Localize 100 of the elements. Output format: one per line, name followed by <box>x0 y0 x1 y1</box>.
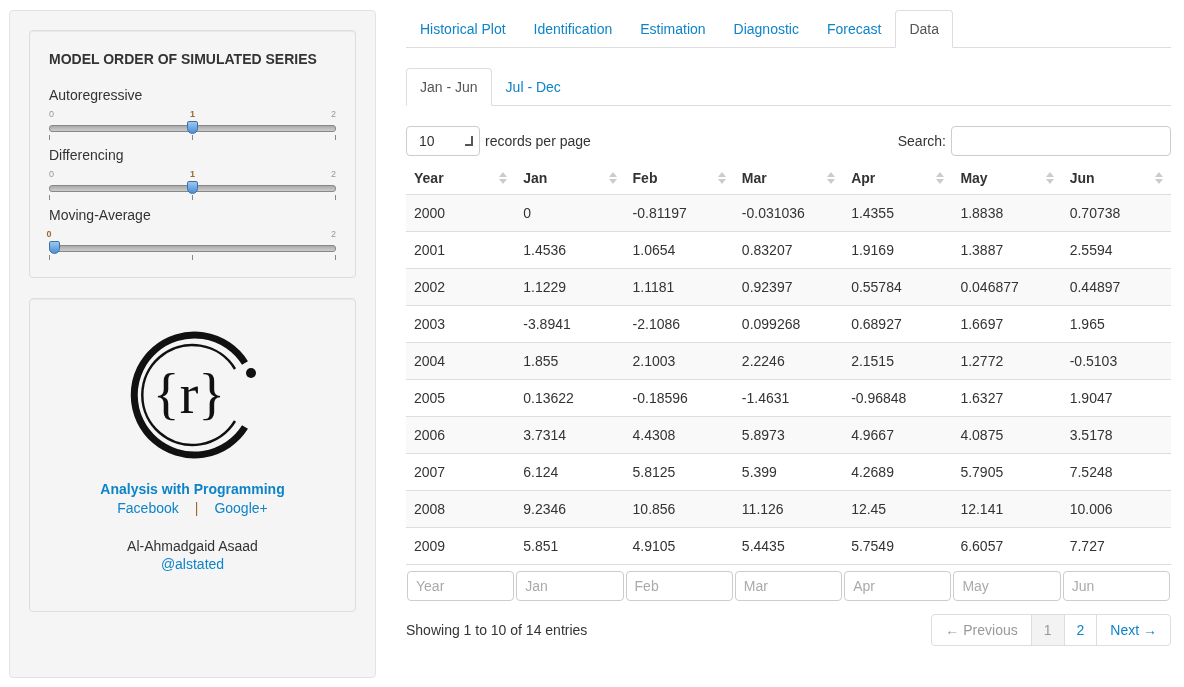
site-link[interactable]: Analysis with Programming <box>100 481 285 497</box>
table-cell: -0.031036 <box>733 194 844 232</box>
table-cell: -0.5103 <box>1061 342 1171 380</box>
filter-field[interactable]: Apr <box>844 571 952 601</box>
table-cell: 4.0875 <box>952 416 1062 454</box>
slider-value-label: 1 <box>188 169 197 179</box>
filter-field[interactable]: Feb <box>625 571 733 601</box>
table-cell: 0 <box>515 194 625 232</box>
social-link[interactable]: Facebook <box>117 500 179 516</box>
slider-label: Moving-Average <box>49 207 152 223</box>
column-header[interactable]: May <box>952 162 1062 195</box>
table-cell: 2004 <box>406 342 516 380</box>
table-cell: 11.126 <box>733 490 844 528</box>
slider-max-label: 2 <box>331 229 336 239</box>
table-cell: 5.4435 <box>733 527 844 565</box>
table-cell: 6.6057 <box>952 527 1062 565</box>
tab[interactable]: Jul - Dec <box>491 68 575 105</box>
filter-field[interactable]: May <box>953 571 1061 601</box>
entries-info: Showing 1 to 10 of 14 entries <box>406 621 588 640</box>
dropdown-icon <box>465 136 473 146</box>
page-size-select[interactable]: 10 <box>406 126 480 156</box>
table-cell: 2002 <box>406 268 516 306</box>
table-cell: 4.9667 <box>843 416 953 454</box>
table-cell: 5.7549 <box>843 527 953 565</box>
slider-track[interactable] <box>49 241 336 255</box>
sort-icon <box>608 171 617 185</box>
table-cell: 2009 <box>406 527 516 565</box>
table-cell: 2.2246 <box>733 342 844 380</box>
table-cell: -0.81197 <box>624 194 734 232</box>
tab[interactable]: Forecast <box>812 10 896 47</box>
tab[interactable]: Estimation <box>626 10 720 47</box>
social-link[interactable]: Google+ <box>214 500 268 516</box>
slider-value-label: 1 <box>188 109 197 119</box>
slider-track[interactable] <box>49 181 336 195</box>
tab[interactable]: Identification <box>519 10 627 47</box>
table-cell: 3.7314 <box>515 416 625 454</box>
table-cell: 10.006 <box>1061 490 1171 528</box>
slider-value-label: 0 <box>44 229 54 239</box>
table-cell: 2006 <box>406 416 516 454</box>
slider-handle[interactable] <box>187 181 198 194</box>
slider-track[interactable] <box>49 121 336 135</box>
column-header[interactable]: Year <box>406 162 516 195</box>
column-header[interactable]: Jan <box>515 162 625 195</box>
table-cell: 3.5178 <box>1061 416 1171 454</box>
sort-icon <box>936 171 945 185</box>
table-cell: 7.727 <box>1061 527 1171 565</box>
tab[interactable]: Historical Plot <box>406 10 520 47</box>
sort-icon <box>827 171 836 185</box>
search-label: Search: <box>897 133 946 149</box>
tab[interactable]: Data <box>895 10 953 48</box>
slider-label: Autoregressive <box>49 87 144 103</box>
link-separator: | <box>194 500 199 516</box>
filter-field[interactable]: Mar <box>734 571 843 601</box>
page-size-label: records per page <box>485 133 591 149</box>
page-button[interactable]: 2 <box>1063 614 1098 646</box>
slider-handle[interactable] <box>187 121 198 134</box>
table-cell: 1.4355 <box>843 194 953 232</box>
panel-title: MODEL ORDER OF SIMULATED SERIES <box>49 51 318 67</box>
table-cell: 2.1003 <box>624 342 734 380</box>
sort-icon <box>1045 171 1054 185</box>
slider-handle[interactable] <box>49 241 60 254</box>
table-cell: 0.55784 <box>843 268 953 306</box>
next-button[interactable]: Next → <box>1096 614 1171 646</box>
table-cell: 1.855 <box>515 342 625 380</box>
slider-label: Differencing <box>49 147 125 163</box>
logo-drawing: {r} <box>126 329 259 461</box>
table-cell: 2000 <box>406 194 516 232</box>
page-button[interactable]: 1 <box>1030 614 1065 646</box>
table-cell: 12.45 <box>843 490 953 528</box>
table-cell: 0.70738 <box>1061 194 1171 232</box>
filter-field[interactable]: Year <box>407 571 515 601</box>
table-cell: 0.046877 <box>952 268 1062 306</box>
table-cell: 4.4308 <box>624 416 734 454</box>
tab[interactable]: Jan - Jun <box>406 68 492 106</box>
author-name: Al-Ahmadgaid Asaad <box>127 538 258 554</box>
table-cell: 4.9105 <box>624 527 734 565</box>
sort-icon <box>1155 171 1163 185</box>
table-cell: 5.851 <box>515 527 625 565</box>
table-cell: 10.856 <box>624 490 734 528</box>
filter-field[interactable]: Jun <box>1062 571 1170 601</box>
table-cell: 1.8838 <box>952 194 1062 232</box>
slider-max-label: 2 <box>331 169 336 179</box>
table-cell: 2.1515 <box>843 342 953 380</box>
filter-field[interactable]: Jan <box>516 571 624 601</box>
column-header[interactable]: Jun <box>1061 162 1171 195</box>
column-header[interactable]: Mar <box>733 162 844 195</box>
slider-min-label: 0 <box>49 109 54 119</box>
table-cell: 1.1181 <box>624 268 734 306</box>
column-header[interactable]: Apr <box>843 162 953 195</box>
slider-max-label: 2 <box>331 109 336 119</box>
handle-link[interactable]: @alstated <box>160 556 225 572</box>
slider-min-label: 0 <box>49 169 54 179</box>
table-cell: 9.2346 <box>515 490 625 528</box>
column-header[interactable]: Feb <box>624 162 734 195</box>
table-cell: 2008 <box>406 490 516 528</box>
search-field[interactable] <box>951 126 1171 156</box>
table-cell: 1.1229 <box>515 268 625 306</box>
tab[interactable]: Diagnostic <box>719 10 813 47</box>
table-cell: 1.2772 <box>952 342 1062 380</box>
sort-icon <box>499 171 508 185</box>
